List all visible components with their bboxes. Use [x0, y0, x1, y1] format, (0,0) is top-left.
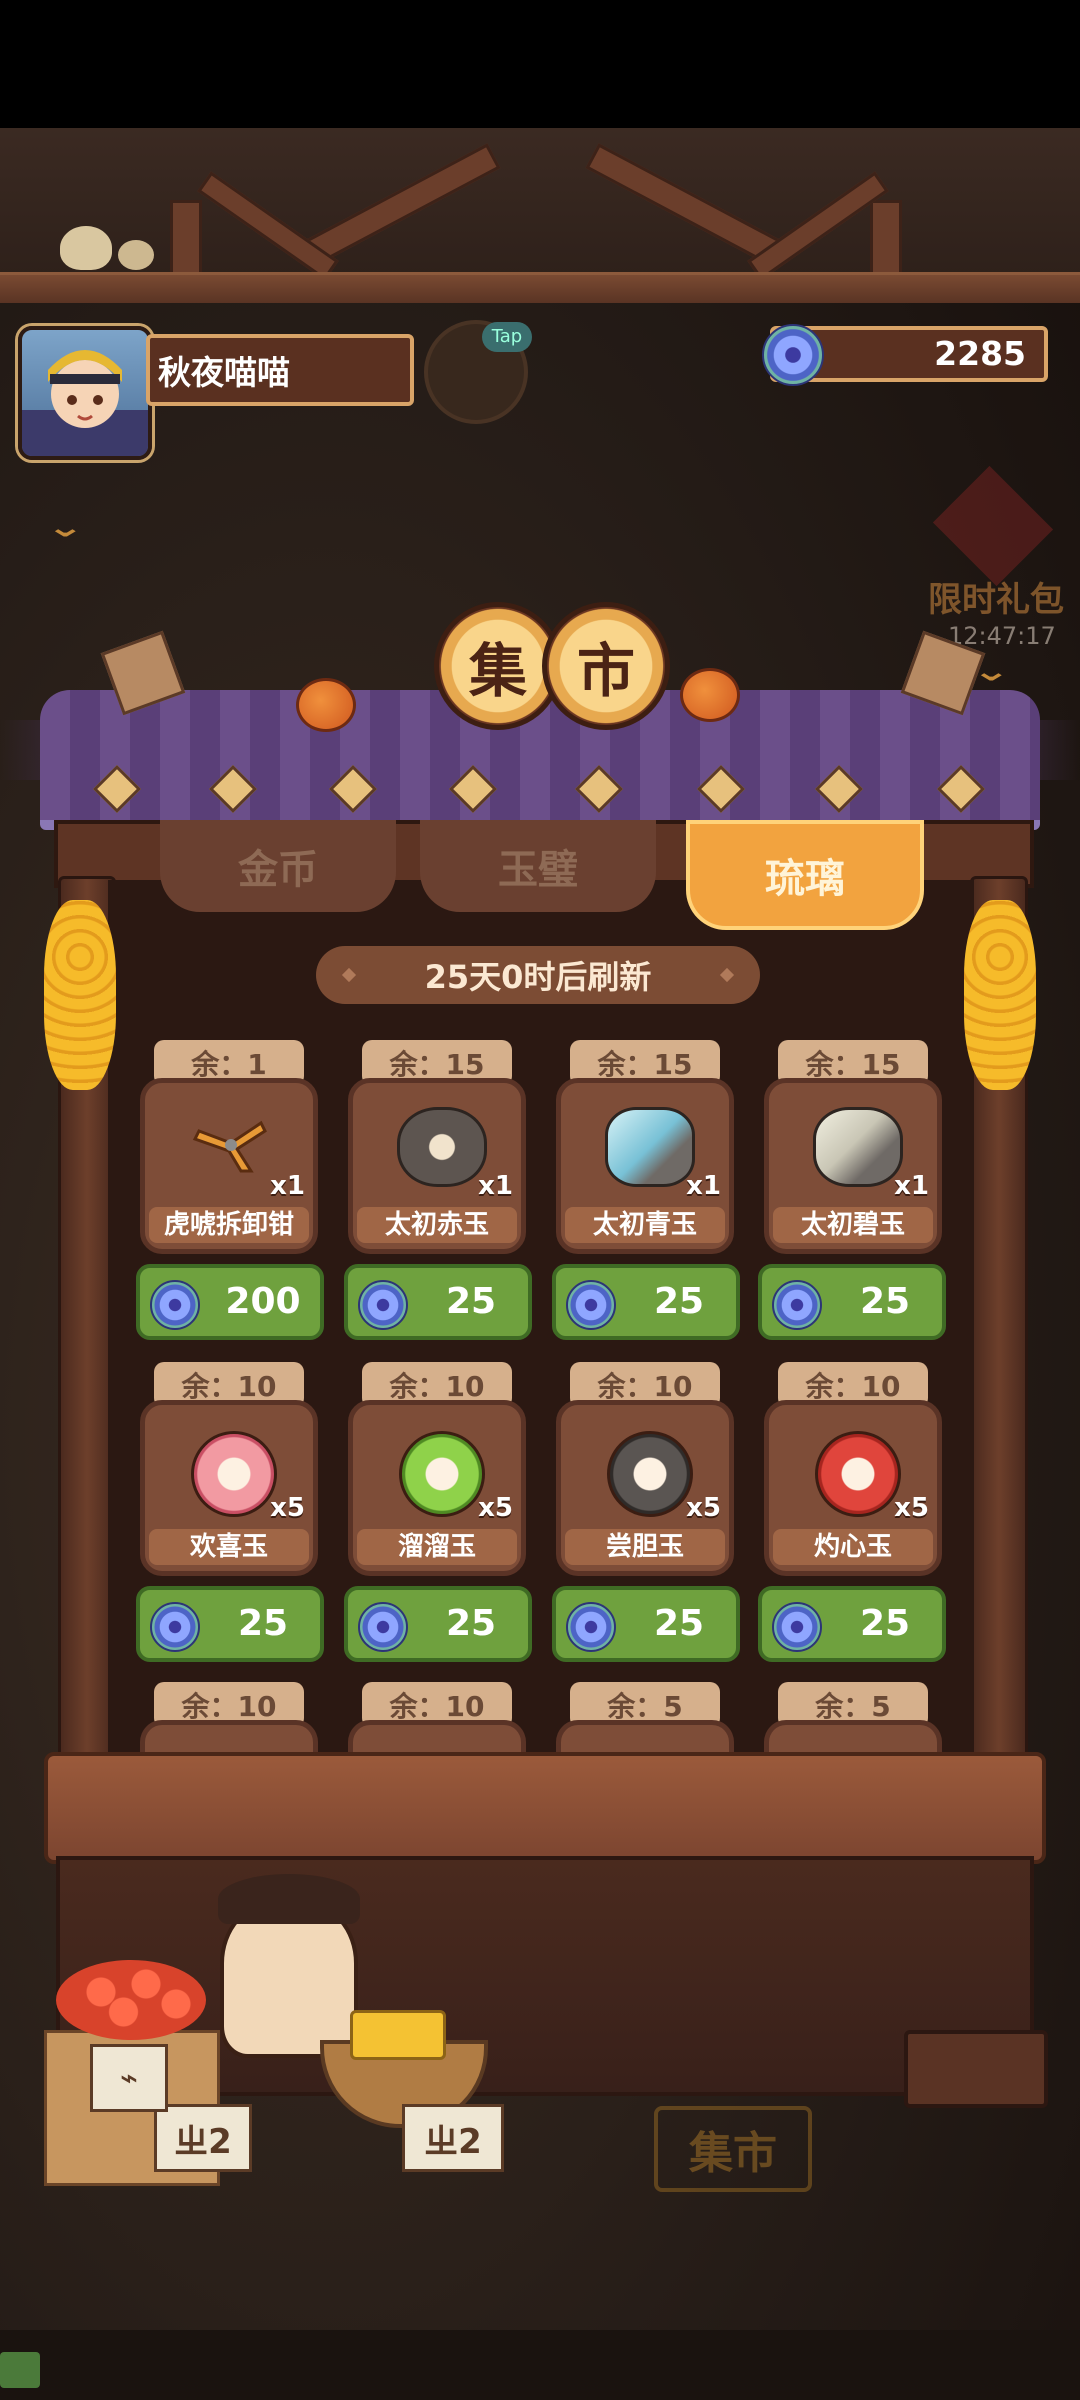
item-qty: x5: [686, 1493, 721, 1523]
buy-button[interactable]: 200: [136, 1264, 324, 1340]
butter-block-icon: [350, 2010, 446, 2060]
item-card[interactable]: x1 虎唬拆卸钳: [140, 1078, 318, 1254]
pliers-icon: [191, 1113, 269, 1173]
hanging-tag-icon: ⌁: [90, 2044, 168, 2112]
buy-button[interactable]: 25: [758, 1586, 946, 1662]
corner-indicator: [0, 2352, 40, 2388]
shop-counter: [44, 1752, 1046, 1864]
pink-jade-icon: [191, 1431, 277, 1517]
chick-icon: [60, 226, 112, 270]
item-card[interactable]: x5 欢喜玉: [140, 1400, 318, 1576]
jade-coin-icon: [772, 1280, 822, 1330]
price-value: 25: [653, 1603, 705, 1644]
jade-coin-icon: [150, 1602, 200, 1652]
price-value: 25: [653, 1281, 705, 1322]
tab-glaze[interactable]: 琉璃: [686, 820, 924, 930]
jade-coin-icon: [566, 1280, 616, 1330]
buy-button[interactable]: 25: [136, 1586, 324, 1662]
jade-coin-icon: [358, 1280, 408, 1330]
buy-button[interactable]: 25: [552, 1264, 740, 1340]
sign-char-2: 市: [542, 602, 670, 730]
bottom-shadow: [0, 2330, 1080, 2400]
item-name: 灼心玉: [773, 1529, 933, 1565]
item-card[interactable]: x5 溜溜玉: [348, 1400, 526, 1576]
price-value: 25: [859, 1603, 911, 1644]
player-name: 秋夜喵喵: [146, 334, 414, 406]
persimmon-icon: [296, 678, 356, 732]
tab-jade-disc[interactable]: 玉璧: [420, 820, 656, 912]
tap-label[interactable]: Tap: [482, 322, 532, 352]
blue-ore-icon: [605, 1107, 695, 1187]
item-qty: x1: [686, 1171, 721, 1201]
corn-bunch-icon: [44, 900, 116, 1090]
price-value: 200: [225, 1281, 301, 1322]
jade-coin-icon: [150, 1280, 200, 1330]
gift-box-icon[interactable]: [932, 465, 1054, 587]
corn-bunch-icon: [964, 900, 1036, 1090]
item-card[interactable]: x5 尝胆玉: [556, 1400, 734, 1576]
item-name: 太初赤玉: [357, 1207, 517, 1243]
green-jade-icon: [399, 1431, 485, 1517]
player-avatar[interactable]: [18, 326, 152, 460]
black-jade-icon: [607, 1431, 693, 1517]
top-black-band: [0, 0, 1080, 128]
item-name: 欢喜玉: [149, 1529, 309, 1565]
persimmon-icon: [680, 668, 740, 722]
item-name: 太初碧玉: [773, 1207, 933, 1243]
item-qty: x1: [478, 1171, 513, 1201]
limited-gift-label[interactable]: 限时礼包: [928, 572, 1064, 621]
price-value: 25: [445, 1603, 497, 1644]
item-name: 虎唬拆卸钳: [149, 1207, 309, 1243]
red-jade-icon: [815, 1431, 901, 1517]
merchant-hat-icon: [218, 1874, 360, 1924]
tab-gold-coin[interactable]: 金币: [160, 820, 396, 912]
item-name: 溜溜玉: [357, 1529, 517, 1565]
red-ore-icon: [397, 1107, 487, 1187]
currency-value: 2285: [934, 334, 1026, 373]
merchant-face-icon: [218, 1874, 360, 2058]
chick-icon: [118, 240, 154, 270]
buy-button[interactable]: 25: [344, 1586, 532, 1662]
price-value: 25: [237, 1603, 289, 1644]
item-card[interactable]: x5 灼心玉: [764, 1400, 942, 1576]
item-name: 尝胆玉: [565, 1529, 725, 1565]
item-name: 太初青玉: [565, 1207, 725, 1243]
chevron-down-icon[interactable]: ⌄: [46, 511, 85, 543]
counter-step: [904, 2030, 1048, 2108]
item-card[interactable]: x1 太初碧玉: [764, 1078, 942, 1254]
item-qty: x5: [478, 1493, 513, 1523]
item-qty: x1: [894, 1171, 929, 1201]
buy-button[interactable]: 25: [552, 1586, 740, 1662]
item-qty: x1: [270, 1171, 305, 1201]
persimmon-pile-icon: [56, 1960, 206, 2040]
jade-coin-icon: [772, 1602, 822, 1652]
market-scene: 秋夜喵喵 Tap 2285 ⌄ ⌄ 限时礼包 12:47:17 集 市 金币 玉…: [0, 0, 1080, 2400]
item-qty: x5: [270, 1493, 305, 1523]
price-value: 25: [445, 1281, 497, 1322]
price-tag: ㄓ2: [402, 2104, 504, 2172]
buy-button[interactable]: 25: [344, 1264, 532, 1340]
item-card[interactable]: x1 太初赤玉: [348, 1078, 526, 1254]
avatar-portrait-icon: [22, 350, 148, 456]
item-qty: x5: [894, 1493, 929, 1523]
beam-bar: [0, 272, 1080, 303]
refresh-timer: 25天0时后刷新: [316, 946, 760, 1004]
jade-coin-icon: [358, 1602, 408, 1652]
green-ore-icon: [813, 1107, 903, 1187]
jade-coin-icon: [762, 324, 824, 386]
price-tag: ㄓ2: [154, 2104, 252, 2172]
item-card[interactable]: x1 太初青玉: [556, 1078, 734, 1254]
jade-coin-icon: [566, 1602, 616, 1652]
price-value: 25: [859, 1281, 911, 1322]
buy-button[interactable]: 25: [758, 1264, 946, 1340]
market-floor-sign: 集市: [654, 2106, 812, 2192]
